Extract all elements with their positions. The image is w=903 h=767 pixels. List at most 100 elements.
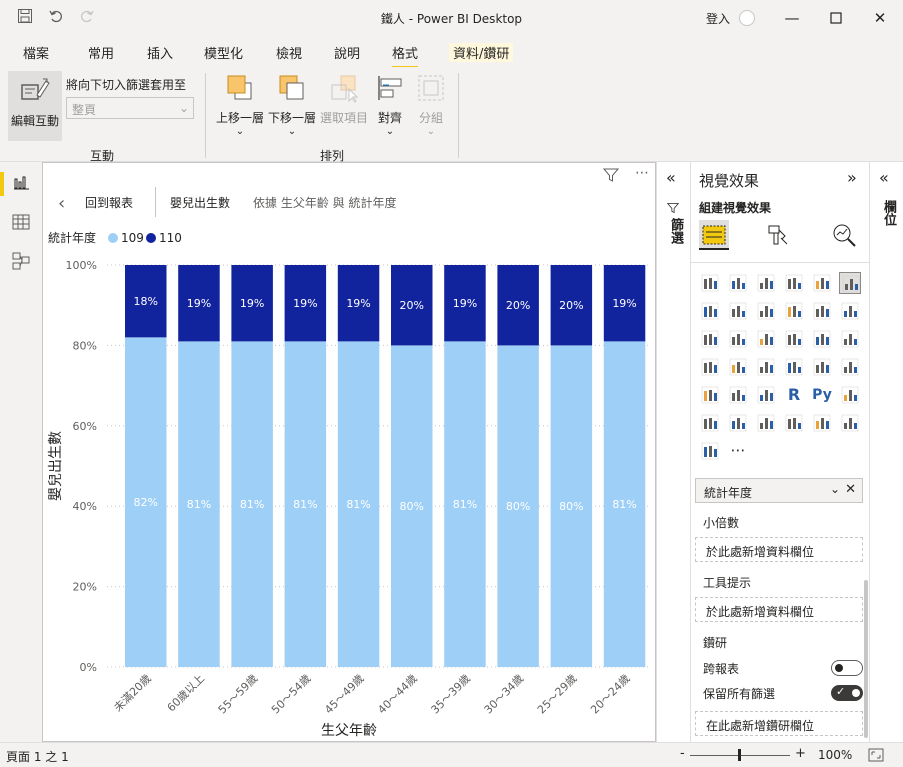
power-apps-icon[interactable] [839, 412, 861, 434]
build-visual-tab[interactable] [699, 220, 729, 250]
waterfall-icon[interactable] [699, 328, 721, 350]
back-arrow-icon[interactable]: ‹ [58, 193, 65, 214]
tab-data-drill[interactable]: 資料/鑽研 [449, 43, 514, 62]
viz-pane-scrollbar[interactable] [864, 580, 868, 738]
key-influencers-icon[interactable] [839, 384, 861, 406]
data-label: 82% [134, 496, 158, 509]
minimize-icon[interactable]: — [780, 6, 804, 30]
paint-roller-icon [768, 225, 788, 245]
maximize-icon[interactable] [824, 6, 848, 30]
decomposition-tree-icon[interactable] [699, 412, 721, 434]
stacked-bar-icon[interactable] [699, 272, 721, 294]
report-view-icon[interactable] [12, 174, 32, 192]
funnel-icon[interactable] [727, 328, 749, 350]
align-button[interactable]: 對齊 ⌄ [370, 73, 410, 137]
zoom-out-button[interactable]: - [680, 746, 685, 761]
tab-modeling[interactable]: 模型化 [204, 43, 243, 62]
format-visual-tab[interactable] [765, 222, 791, 251]
treemap-icon[interactable] [839, 328, 861, 350]
pie-chart-icon[interactable] [783, 328, 805, 350]
more-options-icon[interactable]: ⋯ [635, 165, 649, 181]
gauge-icon[interactable] [755, 356, 777, 378]
selection-button[interactable]: 選取項目 [318, 73, 370, 126]
ribbon-chart-icon[interactable] [839, 300, 861, 322]
100-stacked-bar-icon[interactable] [811, 272, 833, 294]
power-automate-icon[interactable] [699, 440, 721, 462]
100-stacked-column-icon[interactable] [839, 272, 861, 294]
fields-pane-label: 欄位 [881, 200, 896, 226]
fit-page-icon[interactable] [868, 748, 884, 765]
group-button[interactable]: 分組 ⌄ [411, 73, 451, 137]
line-chart-icon[interactable] [699, 300, 721, 322]
close-icon[interactable]: ✕ [868, 6, 892, 30]
filled-map-icon[interactable] [727, 356, 749, 378]
analytics-tab[interactable] [831, 222, 857, 251]
map-icon[interactable] [699, 356, 721, 378]
tab-format[interactable]: 格式 [392, 43, 419, 69]
keep-filters-toggle[interactable]: ✓ [831, 685, 863, 701]
data-label: 19% [293, 297, 317, 310]
azure-map-icon[interactable] [811, 412, 833, 434]
paginated-report-icon[interactable] [783, 412, 805, 434]
r-visual-icon[interactable]: R [783, 384, 805, 406]
bring-forward-button[interactable]: 上移一層 ⌄ [214, 73, 266, 137]
avatar[interactable] [739, 10, 755, 26]
report-canvas[interactable]: ⋯ ‹ 回到報表 嬰兒出生數 依據 生父年齡 與 統計年度 統計年度 109 110… [42, 162, 656, 742]
more-visuals-icon[interactable]: ⋯ [727, 440, 749, 462]
viz-pane-title: 視覺效果 [699, 172, 760, 190]
x-axis-title: 生父年齡 [321, 723, 377, 739]
tab-view[interactable]: 檢視 [276, 43, 302, 62]
chevrons-right-icon[interactable]: » [847, 168, 857, 187]
python-visual-icon[interactable]: Py [811, 384, 833, 406]
send-backward-button[interactable]: 下移一層 ⌄ [266, 73, 318, 137]
table-icon[interactable] [727, 384, 749, 406]
smart-narrative-icon[interactable] [755, 412, 777, 434]
align-icon [378, 76, 402, 100]
stacked-column-icon[interactable] [727, 272, 749, 294]
card-icon[interactable] [783, 356, 805, 378]
line-clustered-column-icon[interactable] [811, 300, 833, 322]
multi-row-card-icon[interactable] [811, 356, 833, 378]
back-to-report-button[interactable]: 回到報表 [85, 194, 133, 211]
matrix-icon[interactable] [755, 384, 777, 406]
slicer-icon[interactable] [699, 384, 721, 406]
kpi-icon[interactable] [839, 356, 861, 378]
stacked-area-icon[interactable] [755, 300, 777, 322]
chevron-down-icon[interactable]: ⌄ [830, 482, 840, 496]
data-view-icon[interactable] [12, 214, 32, 232]
line-column-icon[interactable] [783, 300, 805, 322]
tab-file[interactable]: 檔案 [23, 43, 49, 62]
divider [691, 262, 869, 263]
qa-icon[interactable] [727, 412, 749, 434]
zoom-slider-handle[interactable] [738, 749, 741, 761]
model-view-icon[interactable] [12, 252, 32, 270]
remove-field-icon[interactable]: ✕ [845, 482, 856, 497]
drill-filter-dropdown[interactable]: 整頁 ⌄ [66, 97, 194, 119]
drillthrough-well[interactable]: 在此處新增鑽研欄位 [695, 711, 863, 736]
tooltips-well[interactable]: 於此處新增資料欄位 [695, 597, 863, 622]
tab-home[interactable]: 常用 [88, 43, 114, 62]
area-chart-icon[interactable] [727, 300, 749, 322]
tab-insert[interactable]: 插入 [147, 43, 173, 62]
x-tick-label: 40～44歲 [375, 671, 420, 716]
cross-report-toggle[interactable] [831, 660, 863, 676]
filter-icon[interactable] [602, 167, 620, 186]
scatter-icon[interactable] [755, 328, 777, 350]
edit-interactions-button[interactable]: 編輯互動 [8, 71, 62, 141]
small-multiples-well[interactable]: 於此處新增資料欄位 [695, 537, 863, 562]
fields-pane[interactable]: « 欄位 [869, 162, 903, 742]
filters-pane[interactable]: « 篩選 [656, 162, 690, 742]
field-chip-stat-year[interactable]: 統計年度 ⌄ ✕ [695, 478, 863, 503]
stacked-bar-chart[interactable]: 統計年度 109 110 0% 20% 40% 60% 80% 100% 嬰兒出生數 82% 18% 未… [43, 223, 655, 741]
tab-help[interactable]: 說明 [334, 43, 360, 62]
chevrons-left-icon[interactable]: « [879, 168, 889, 187]
chevrons-left-icon[interactable]: « [666, 168, 676, 187]
x-tick-label: 未滿20歲 [111, 671, 154, 714]
legend-marker [146, 233, 156, 243]
signin-button[interactable]: 登入 [706, 10, 730, 27]
clustered-column-icon[interactable] [783, 272, 805, 294]
donut-chart-icon[interactable] [811, 328, 833, 350]
window-title: 鐵人 - Power BI Desktop [380, 12, 523, 26]
clustered-bar-icon[interactable] [755, 272, 777, 294]
zoom-in-button[interactable]: + [795, 746, 806, 761]
